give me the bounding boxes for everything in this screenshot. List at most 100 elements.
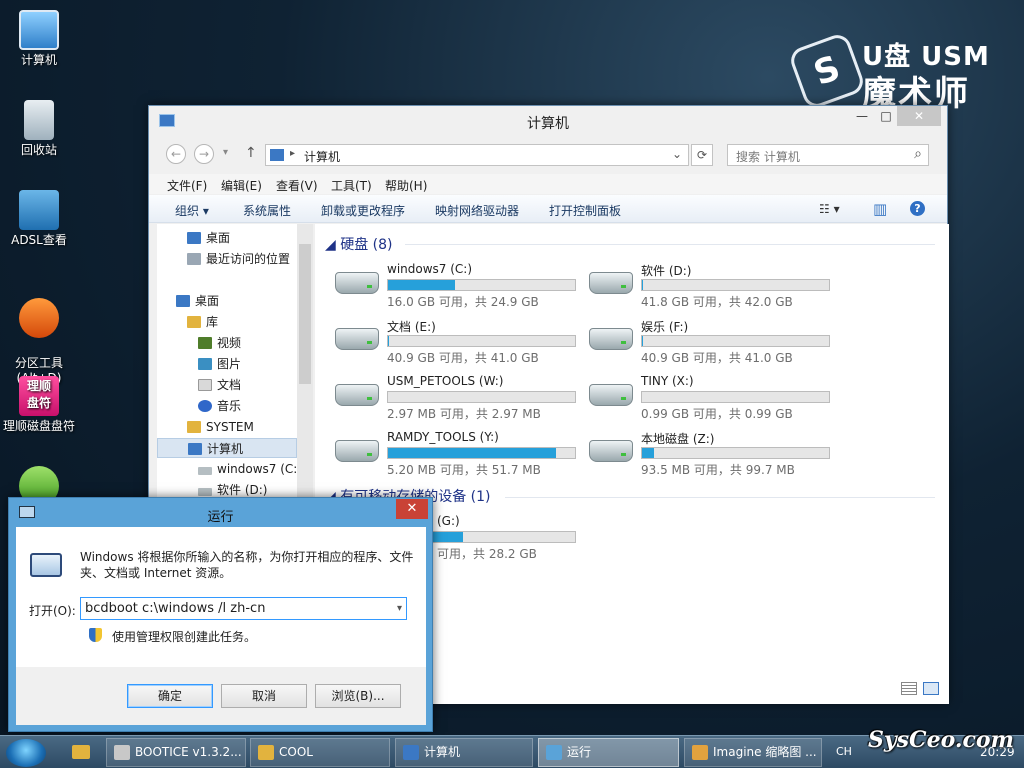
pinned-explorer[interactable] — [68, 739, 94, 766]
nav-item-libraries[interactable]: 库 — [187, 312, 218, 332]
nav-item-system[interactable]: SYSTEM — [187, 417, 254, 437]
address-path[interactable]: 计算机 — [304, 148, 340, 165]
minimize-button[interactable]: — — [849, 106, 875, 126]
drive-name: TINY (X:) — [641, 374, 694, 388]
drive-item[interactable]: TINY (X:) 0.99 GB 可用，共 0.99 GB — [589, 374, 839, 421]
taskbar-item[interactable]: Imagine 缩略图 ... — [684, 738, 822, 767]
nav-item-desktop-fav[interactable]: 桌面 — [187, 228, 230, 248]
taskbar-item[interactable]: COOL — [250, 738, 390, 767]
cancel-button[interactable]: 取消 — [221, 684, 307, 708]
drive-item[interactable]: 文档 (E:) 40.9 GB 可用，共 41.0 GB — [335, 318, 585, 365]
hard-drive-icon — [589, 328, 633, 350]
menu-tools[interactable]: 工具(T) — [331, 177, 372, 194]
uninstall-program-button[interactable]: 卸载或更改程序 — [321, 202, 405, 219]
desktop-icon-recycle-bin[interactable]: 回收站 — [1, 100, 77, 158]
ime-indicator[interactable]: CH — [836, 745, 852, 758]
nav-item-desktop[interactable]: 桌面 — [176, 291, 219, 311]
scrollbar-thumb[interactable] — [299, 244, 311, 384]
dropdown-arrow-icon[interactable]: ▾ — [397, 598, 402, 619]
nav-item-label: windows7 (C:) — [217, 462, 297, 476]
nav-item-pictures[interactable]: 图片 — [198, 354, 241, 374]
desktop-icon — [176, 295, 190, 307]
desktop-icon-drive-letter-tool[interactable]: 理顺 盘符 理顺磁盘盘符 — [1, 376, 77, 434]
close-button[interactable]: ✕ — [897, 106, 941, 126]
group-header-hdd[interactable]: ◢ 硬盘 (8) — [325, 234, 393, 254]
drive-usage-bar — [387, 391, 576, 403]
drive-item[interactable]: RAMDY_TOOLS (Y:) 5.20 MB 可用，共 51.7 MB — [335, 430, 585, 477]
hard-drive-icon — [335, 440, 379, 462]
group-divider — [505, 497, 935, 498]
nav-item-label: 库 — [206, 315, 219, 329]
change-view-button[interactable]: ☷ ▾ — [819, 202, 840, 216]
address-bar[interactable]: ▸ 计算机 ⌄ — [265, 144, 689, 166]
drive-usage-bar — [641, 447, 830, 459]
search-input[interactable]: 搜索 计算机 — [736, 148, 800, 165]
taskbar-item-label: COOL — [279, 745, 313, 759]
back-button[interactable]: ← — [166, 144, 186, 164]
desktop-icon-label: ADSL查看 — [11, 233, 67, 247]
up-button[interactable]: ↑ — [245, 145, 257, 161]
help-icon[interactable]: ? — [910, 201, 925, 216]
ok-button[interactable]: 确定 — [127, 684, 213, 708]
folder-icon — [72, 745, 90, 759]
maximize-button[interactable]: □ — [875, 106, 897, 126]
forward-button[interactable]: → — [194, 144, 214, 164]
nav-item-computer[interactable]: 计算机 — [157, 438, 297, 458]
address-separator: ▸ — [290, 148, 296, 159]
desktop-icon-adsl[interactable]: ADSL查看 — [1, 190, 77, 248]
drive-item[interactable]: 软件 (D:) 41.8 GB 可用，共 42.0 GB — [589, 262, 839, 309]
drive-name: 娱乐 (F:) — [641, 320, 689, 334]
taskbar-item[interactable]: BOOTICE v1.3.2... — [106, 738, 246, 767]
address-dropdown[interactable]: ⌄ — [672, 147, 682, 161]
details-view-icon[interactable] — [901, 682, 917, 695]
menu-help[interactable]: 帮助(H) — [385, 177, 427, 194]
menu-view[interactable]: 查看(V) — [276, 177, 318, 194]
taskbar-item[interactable]: 计算机 — [395, 738, 533, 767]
start-button[interactable] — [6, 739, 46, 767]
browse-button[interactable]: 浏览(B)... — [315, 684, 401, 708]
refresh-button[interactable]: ⟳ — [691, 144, 713, 166]
taskbar-item-label: BOOTICE v1.3.2... — [135, 745, 242, 759]
drive-usage-fill — [388, 448, 557, 458]
drive-item[interactable]: 娱乐 (F:) 40.9 GB 可用，共 41.0 GB — [589, 318, 839, 365]
drive-item[interactable]: windows7 (C:) 16.0 GB 可用，共 24.9 GB — [335, 262, 585, 309]
nav-item-recent[interactable]: 最近访问的位置 — [187, 249, 290, 269]
nav-item-videos[interactable]: 视频 — [198, 333, 241, 353]
drive-item[interactable]: USM_PETOOLS (W:) 2.97 MB 可用，共 2.97 MB — [335, 374, 585, 421]
menu-edit[interactable]: 编辑(E) — [221, 177, 262, 194]
close-button[interactable]: ✕ — [396, 499, 428, 519]
nav-item-music[interactable]: 音乐 — [198, 396, 241, 416]
menu-file[interactable]: 文件(F) — [167, 177, 207, 194]
search-box[interactable]: 搜索 计算机 ⌕ — [727, 144, 929, 166]
system-properties-button[interactable]: 系统属性 — [243, 202, 291, 219]
desktop-icon-computer[interactable]: 计算机 — [1, 10, 77, 68]
hard-drive-icon — [589, 384, 633, 406]
drive-item[interactable]: 本地磁盘 (Z:) 93.5 MB 可用，共 99.7 MB — [589, 430, 839, 477]
explorer-title: 计算机 — [527, 116, 569, 132]
computer-icon — [188, 443, 202, 455]
map-network-drive-button[interactable]: 映射网络驱动器 — [435, 202, 519, 219]
drive-letter-tool-icon: 理顺 盘符 — [19, 376, 59, 416]
search-icon[interactable]: ⌕ — [914, 146, 922, 162]
taskbar-item-label: 运行 — [567, 745, 592, 759]
nav-item-label: 图片 — [217, 357, 242, 371]
group-divider — [405, 244, 935, 245]
drive-name: 本地磁盘 (Z:) — [641, 432, 715, 446]
taskbar-item-label: Imagine 缩略图 ... — [713, 745, 817, 759]
admin-notice: 使用管理权限创建此任务。 — [112, 630, 257, 644]
large-icons-view-icon[interactable] — [923, 682, 939, 695]
partition-tool-icon — [19, 298, 59, 338]
preview-pane-button[interactable]: ▥ — [873, 200, 887, 218]
taskbar-item-active[interactable]: 运行 — [538, 738, 679, 767]
drive-space-info: 41.8 GB 可用，共 42.0 GB — [641, 295, 793, 309]
explorer-titlebar[interactable]: 计算机 — □ ✕ — [149, 106, 947, 136]
taskbar-item-label: 计算机 — [424, 745, 461, 759]
command-input[interactable]: bcdboot c:\windows /l zh-cn ▾ — [80, 597, 407, 620]
nav-item-drive-c[interactable]: windows7 (C:) — [198, 459, 297, 479]
recycle-bin-icon — [24, 100, 54, 140]
nav-item-documents[interactable]: 文档 — [198, 375, 241, 395]
organize-button[interactable]: 组织 ▾ — [175, 202, 209, 219]
open-control-panel-button[interactable]: 打开控制面板 — [549, 202, 621, 219]
run-dialog-footer: 确定 取消 浏览(B)... — [16, 667, 426, 725]
recent-pages-dropdown[interactable]: ▾ — [223, 147, 228, 158]
